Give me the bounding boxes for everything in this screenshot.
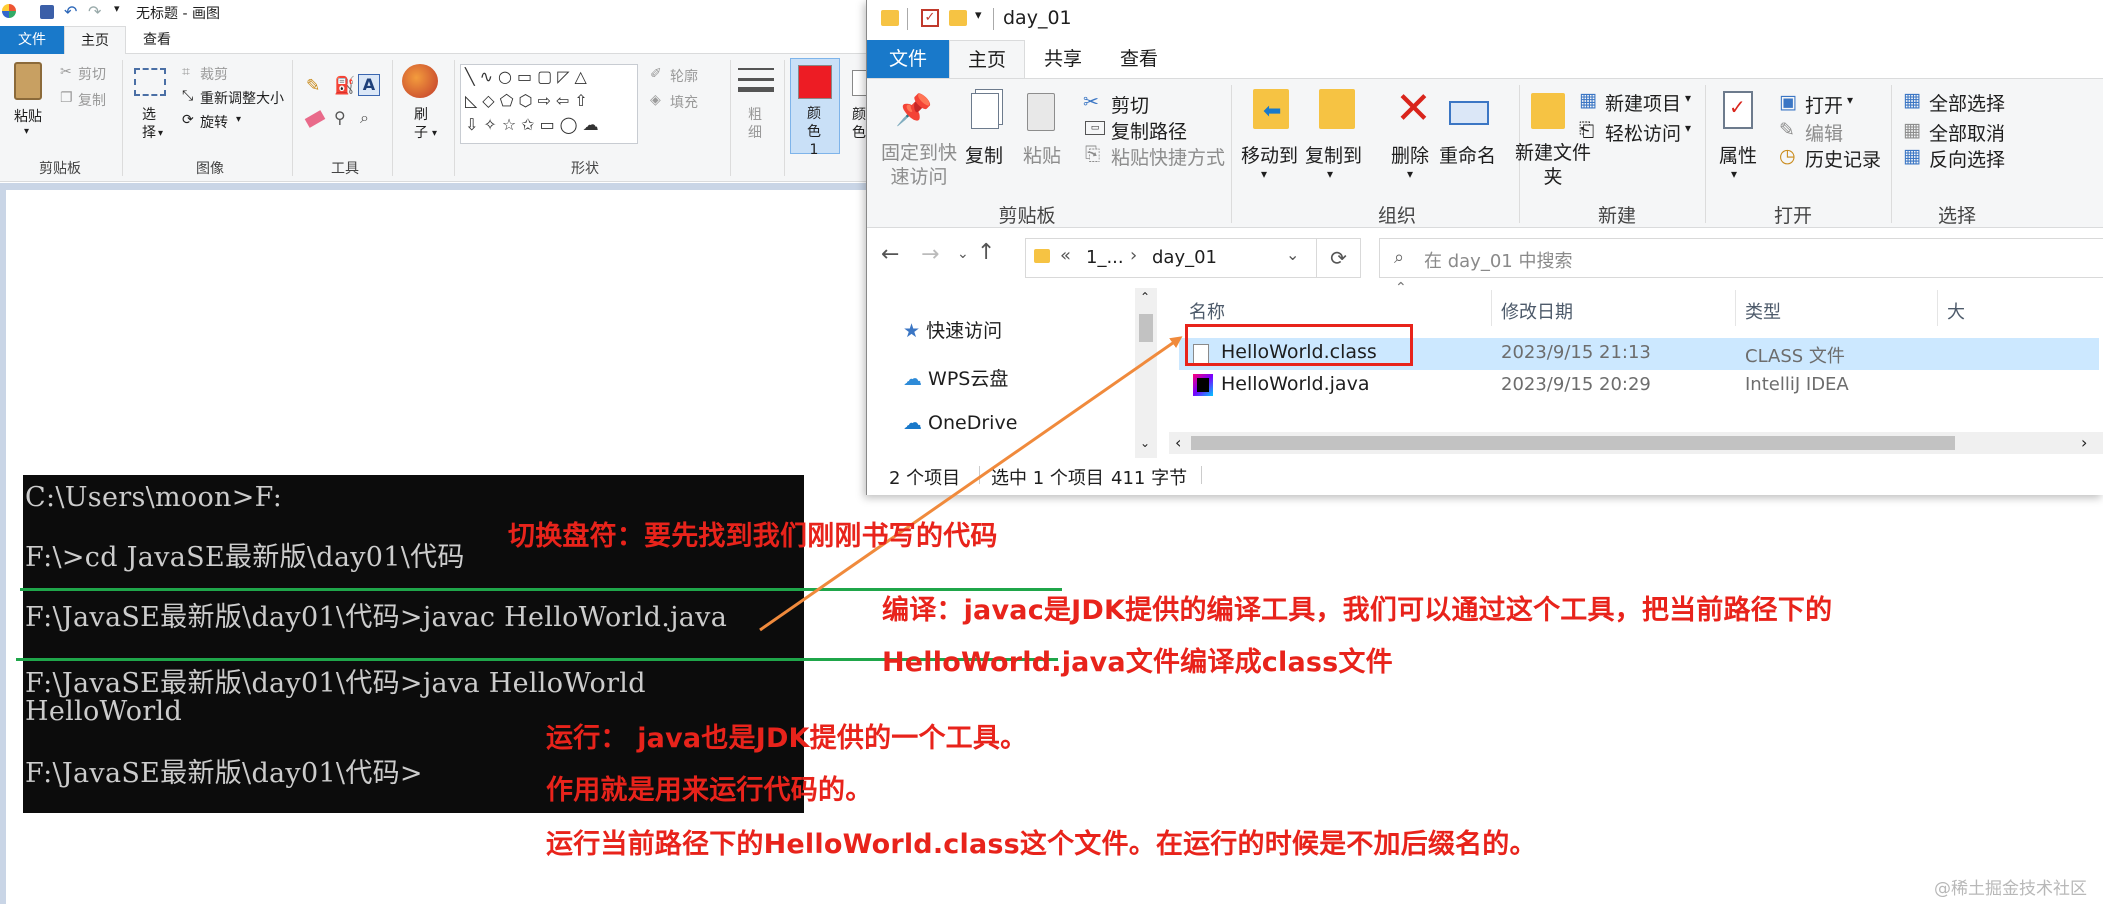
annotation-switch-drive: 切换盘符：要先找到我们刚刚书写的代码 bbox=[508, 521, 998, 552]
annotation-compile-line-2: HelloWorld.java文件编译成class文件 bbox=[882, 647, 1393, 678]
orange-arrow-line bbox=[759, 336, 1183, 632]
annotation-arrow bbox=[759, 336, 1183, 632]
annotation-run-line-1: 运行： java也是JDK提供的一个工具。 bbox=[546, 723, 1028, 754]
annotation-run-line-2: 作用就是用来运行代码的。 bbox=[546, 775, 873, 806]
annotation-run-line-3: 运行当前路径下的HelloWorld.class这个文件。在运行的时候是不加后缀… bbox=[546, 829, 1537, 860]
annotation-compile-line-1: 编译：javac是JDK提供的编译工具，我们可以通过这个工具，把当前路径下的 bbox=[882, 595, 1833, 626]
watermark: @稀土掘金技术社区 bbox=[1934, 879, 2087, 899]
